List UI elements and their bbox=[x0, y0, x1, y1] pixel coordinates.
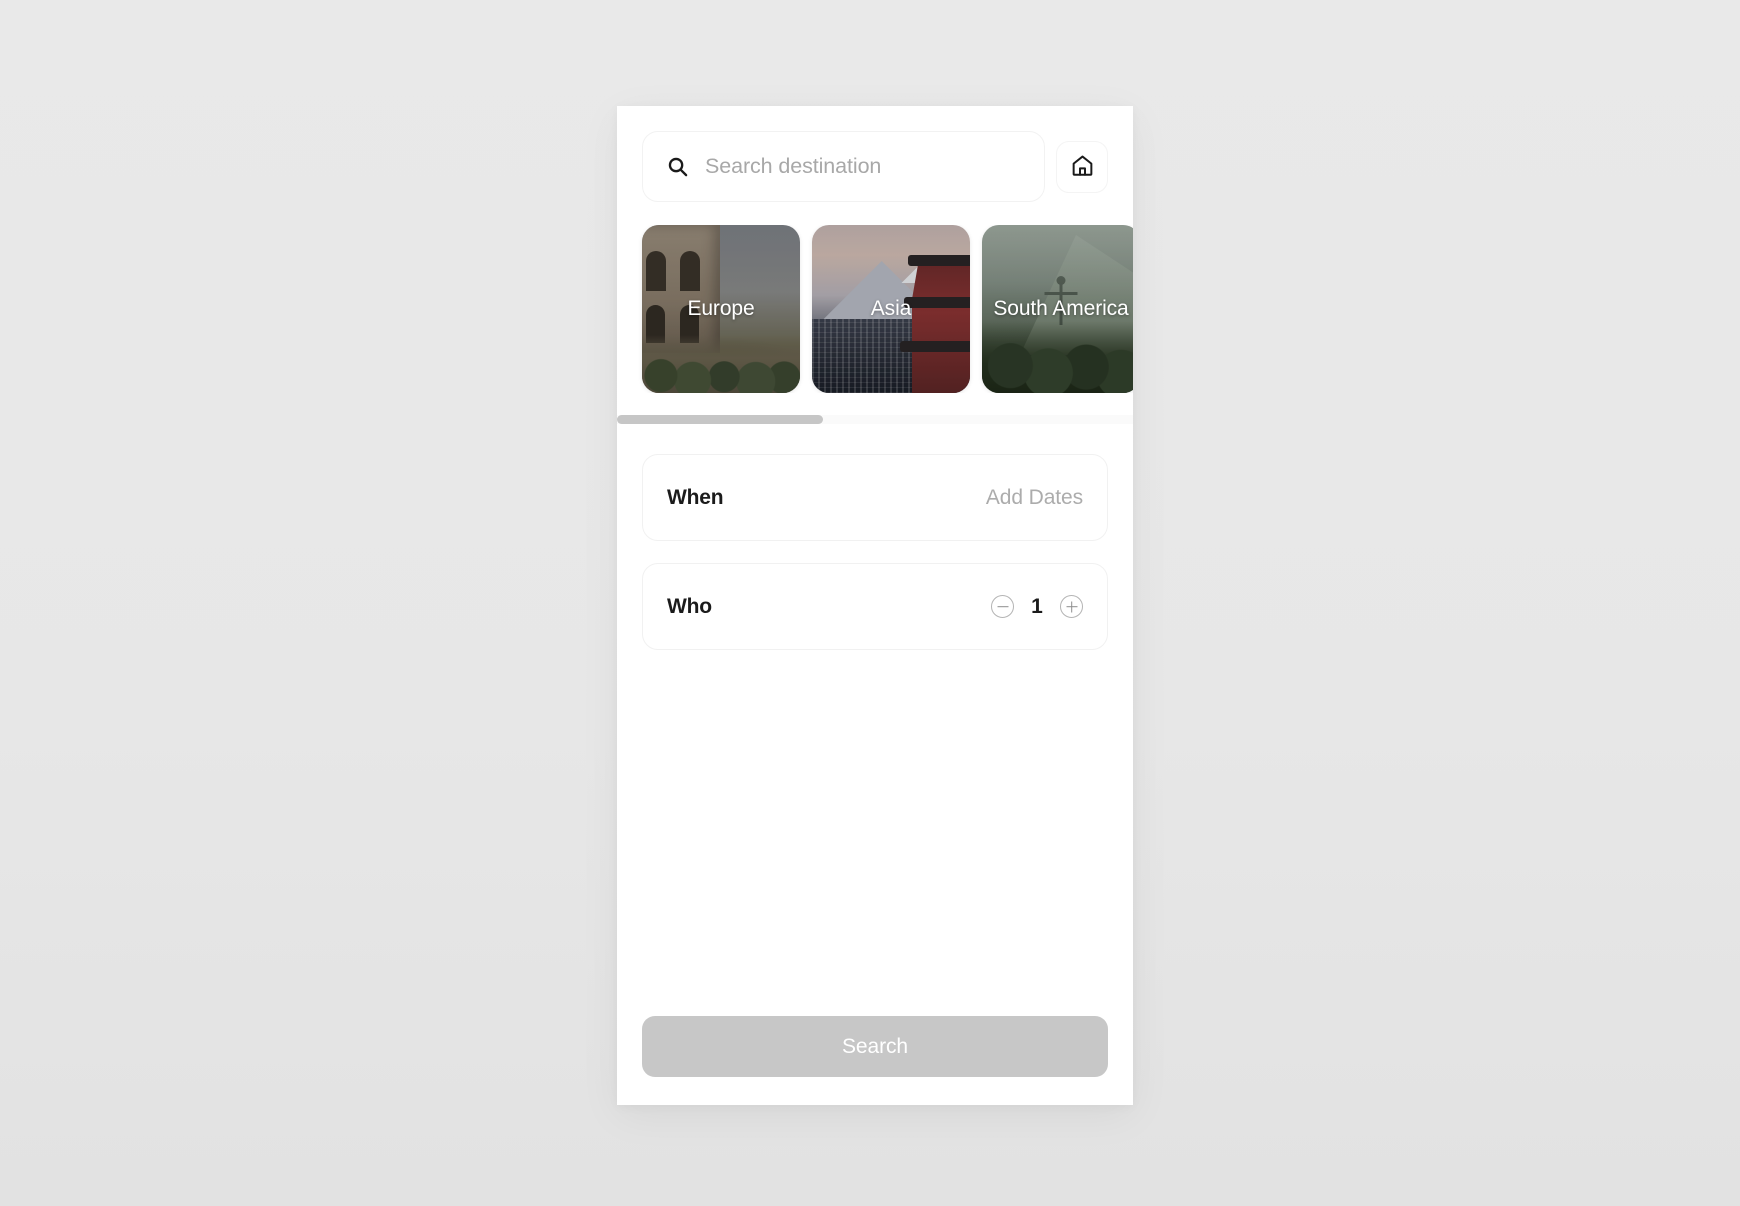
option-row-when[interactable]: When Add Dates bbox=[642, 454, 1108, 541]
search-input[interactable] bbox=[705, 154, 1022, 179]
search-icon bbox=[665, 155, 689, 179]
option-label-who: Who bbox=[667, 594, 712, 618]
destination-card-europe[interactable]: Europe bbox=[642, 225, 800, 393]
destination-card-south-america[interactable]: South America bbox=[982, 225, 1133, 393]
page-backdrop: Europe Asia bbox=[0, 0, 1740, 1206]
search-header bbox=[617, 106, 1133, 202]
guest-stepper: 1 bbox=[991, 595, 1083, 619]
plus-circle-icon[interactable] bbox=[1060, 595, 1083, 618]
destination-carousel-track: Europe Asia South America bbox=[617, 225, 1133, 393]
home-button[interactable] bbox=[1056, 140, 1108, 193]
phone-panel: Europe Asia bbox=[617, 106, 1133, 1105]
destination-card-label: South America bbox=[993, 297, 1129, 320]
search-field[interactable] bbox=[642, 131, 1045, 202]
option-row-who[interactable]: Who 1 bbox=[642, 563, 1108, 650]
home-icon bbox=[1070, 153, 1095, 181]
footer: Search bbox=[617, 1016, 1133, 1105]
search-options: When Add Dates Who 1 bbox=[617, 424, 1133, 650]
search-submit-button[interactable]: Search bbox=[642, 1016, 1108, 1077]
destination-card-asia[interactable]: Asia bbox=[812, 225, 970, 393]
destination-card-label: Europe bbox=[687, 297, 755, 320]
minus-circle-icon[interactable] bbox=[991, 595, 1014, 618]
option-label-when: When bbox=[667, 485, 724, 509]
destination-carousel[interactable]: Europe Asia South America bbox=[617, 225, 1133, 393]
destination-card-label: Asia bbox=[870, 297, 912, 320]
option-value-add-dates[interactable]: Add Dates bbox=[986, 486, 1083, 510]
guest-count-value: 1 bbox=[1031, 594, 1043, 618]
carousel-scrollbar-thumb[interactable] bbox=[617, 415, 824, 424]
carousel-scrollbar-track[interactable] bbox=[617, 415, 1133, 424]
